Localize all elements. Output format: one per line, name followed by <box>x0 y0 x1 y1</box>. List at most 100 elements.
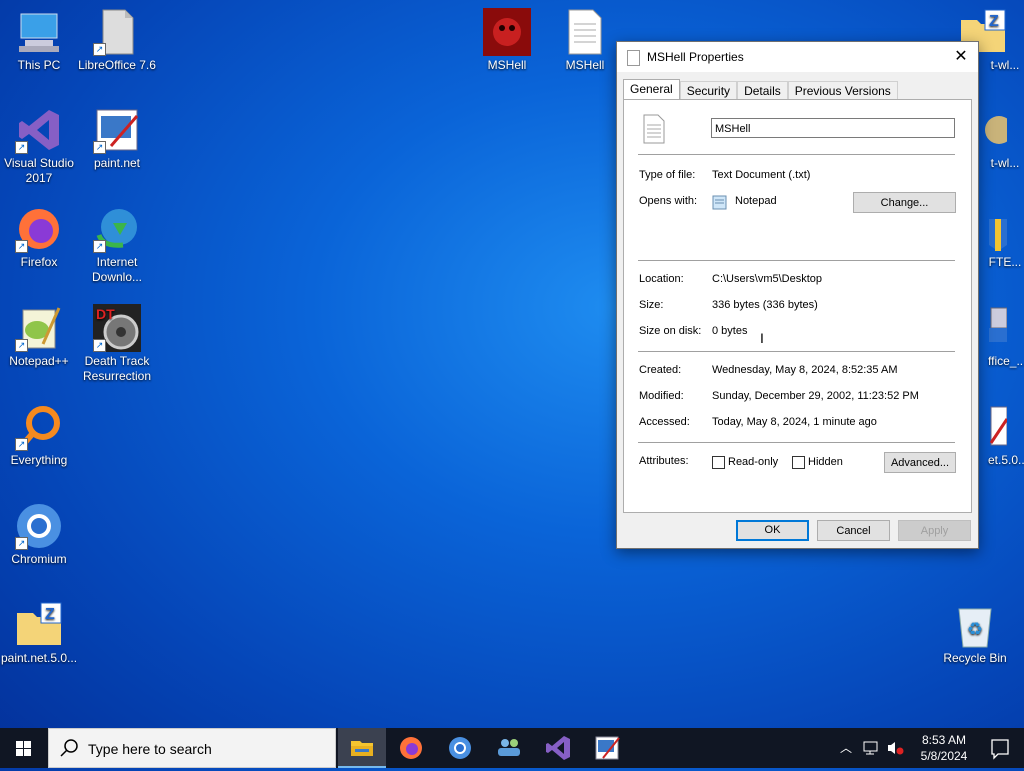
cancel-button[interactable]: Cancel <box>817 520 890 541</box>
computer-icon <box>15 8 63 56</box>
paintnet-icon <box>595 736 620 760</box>
shortcut-arrow-icon: ↗ <box>93 141 106 154</box>
notepadpp-icon: ↗ <box>15 304 63 352</box>
shortcut-arrow-icon: ↗ <box>15 537 28 550</box>
dialog-title: MSHell Properties <box>647 50 744 64</box>
file-explorer-icon <box>351 741 373 756</box>
clock-time: 8:53 AM <box>921 733 967 747</box>
taskbar-firefox[interactable] <box>387 728 435 768</box>
type-value: Text Document (.txt) <box>712 169 811 181</box>
mshell-icon <box>483 8 531 56</box>
separator <box>638 260 955 261</box>
desktop-icon-paintnet[interactable]: ↗ paint.net <box>78 106 156 171</box>
zip-folder-icon: Z <box>15 601 63 649</box>
clock-date: 5/8/2024 <box>920 749 968 763</box>
separator <box>638 442 955 443</box>
firefox-icon <box>400 737 422 759</box>
desktop-icon-this-pc[interactable]: This PC <box>0 8 78 73</box>
internet-download-manager-icon: ↗ <box>93 205 141 253</box>
taskbar-paintnet[interactable] <box>583 728 631 768</box>
desktop-icon-everything[interactable]: ↗ Everything <box>0 403 78 468</box>
taskbar-clock[interactable]: 8:53 AM 5/8/2024 <box>912 732 976 764</box>
svg-text:Z: Z <box>45 606 55 623</box>
desktop-icon-chromium[interactable]: ↗ Chromium <box>0 502 78 567</box>
tab-previous-versions[interactable]: Previous Versions <box>787 81 898 100</box>
desktop-icon-death-track[interactable]: DT ↗ Death Track Resurrection <box>78 304 156 384</box>
start-button[interactable] <box>0 728 48 768</box>
general-panel: MSHell Type of file: Text Document (.txt… <box>623 99 972 513</box>
desktop-icon-recycle-bin[interactable]: ♻ Recycle Bin <box>936 601 1014 666</box>
shortcut-arrow-icon: ↗ <box>93 339 106 352</box>
svg-text:♻: ♻ <box>967 619 983 640</box>
taskbar-people[interactable] <box>485 728 533 768</box>
size-label: Size: <box>639 299 664 311</box>
readonly-label[interactable]: Read-only <box>728 456 778 468</box>
advanced-button[interactable]: Advanced... <box>884 452 956 473</box>
filename-input[interactable]: MSHell <box>711 118 955 138</box>
visual-studio-icon: ↗ <box>15 106 63 154</box>
shortcut-arrow-icon: ↗ <box>15 339 28 352</box>
search-icon <box>59 738 79 761</box>
readonly-checkbox[interactable] <box>712 456 725 469</box>
desktop-icon-paintnet-zip[interactable]: Z paint.net.5.0... <box>0 601 78 666</box>
location-label: Location: <box>639 273 684 285</box>
desktop-icon-libreoffice[interactable]: ↗ LibreOffice 7.6 <box>78 8 156 73</box>
text-file-icon <box>561 8 609 56</box>
created-value: Wednesday, May 8, 2024, 8:52:35 AM <box>712 364 898 376</box>
shortcut-arrow-icon: ↗ <box>15 141 28 154</box>
separator <box>638 154 955 155</box>
taskbar-search-box[interactable]: Type here to search <box>48 728 336 768</box>
svg-text:DT: DT <box>96 306 115 322</box>
network-icon[interactable] <box>862 740 880 759</box>
taskbar-file-explorer[interactable] <box>338 728 386 768</box>
tab-details[interactable]: Details <box>737 81 788 100</box>
desktop-icon-visual-studio[interactable]: ↗ Visual Studio 2017 <box>0 106 78 186</box>
tab-security[interactable]: Security <box>679 81 738 100</box>
properties-dialog: MSHell Properties ✕ General Security Det… <box>616 41 979 549</box>
everything-search-icon: ↗ <box>15 403 63 451</box>
people-icon <box>498 739 520 756</box>
desktop-icon-idm[interactable]: ↗ Internet Downlo... <box>78 205 156 285</box>
hidden-checkbox[interactable] <box>792 456 805 469</box>
size-on-disk-value: 0 bytes <box>712 325 748 337</box>
windows-logo-icon <box>16 741 31 756</box>
search-placeholder: Type here to search <box>88 741 212 757</box>
close-icon[interactable]: ✕ <box>944 42 978 72</box>
taskbar-chromium[interactable] <box>436 728 484 768</box>
shortcut-arrow-icon: ↗ <box>15 240 28 253</box>
desktop-icon-notepadpp[interactable]: ↗ Notepad++ <box>0 304 78 369</box>
hidden-label[interactable]: Hidden <box>808 456 843 468</box>
apply-button[interactable]: Apply <box>898 520 971 541</box>
libreoffice-icon: ↗ <box>93 8 141 56</box>
shortcut-arrow-icon: ↗ <box>93 240 106 253</box>
tab-strip: General Security Details Previous Versio… <box>623 79 898 101</box>
dialog-titlebar[interactable]: MSHell Properties ✕ <box>617 42 978 72</box>
attributes-label: Attributes: <box>639 455 689 467</box>
tab-general[interactable]: General <box>623 79 680 101</box>
modified-label: Modified: <box>639 390 684 402</box>
desktop-icon-mshell-txt[interactable]: MSHell <box>546 8 624 73</box>
notification-center-button[interactable] <box>976 728 1024 768</box>
volume-muted-icon[interactable] <box>886 740 904 759</box>
change-button[interactable]: Change... <box>853 192 956 213</box>
desktop-icon-mshell-exe[interactable]: MSHell <box>468 8 546 73</box>
separator <box>638 351 955 352</box>
created-label: Created: <box>639 364 682 376</box>
recycle-bin-icon: ♻ <box>951 601 999 649</box>
firefox-icon: ↗ <box>15 205 63 253</box>
text-file-icon <box>627 50 640 66</box>
opens-with-value: Notepad <box>735 195 777 207</box>
ok-button[interactable]: OK <box>736 520 809 541</box>
desktop-icon-firefox[interactable]: ↗ Firefox <box>0 205 78 270</box>
size-on-disk-label: Size on disk: <box>639 325 702 337</box>
chromium-icon: ↗ <box>15 502 63 550</box>
chromium-icon <box>449 737 471 759</box>
game-icon: DT ↗ <box>93 304 141 352</box>
paintnet-icon: ↗ <box>93 106 141 154</box>
accessed-label: Accessed: <box>639 416 690 428</box>
chevron-up-icon[interactable]: ︿ <box>840 739 852 756</box>
file-type-icon <box>642 114 666 147</box>
visual-studio-icon <box>546 736 570 760</box>
shortcut-arrow-icon: ↗ <box>15 438 28 451</box>
taskbar-visual-studio[interactable] <box>534 728 582 768</box>
